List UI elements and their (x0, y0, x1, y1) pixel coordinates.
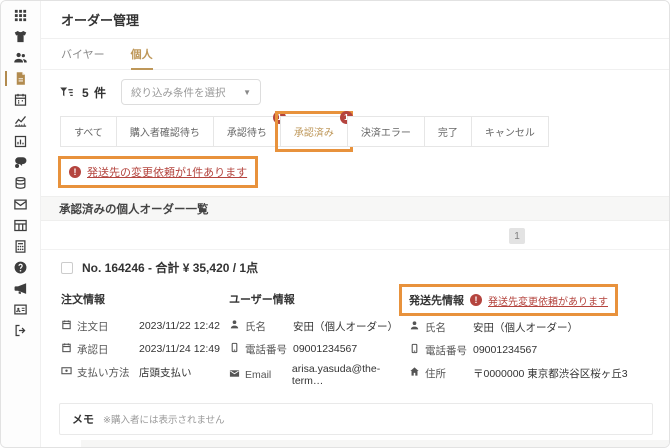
calendar-icon (13, 92, 28, 107)
help-circle-icon (13, 260, 28, 275)
shipping-change-request-link[interactable]: 発送先変更依頼があります (488, 293, 608, 308)
sidebar-item-members[interactable] (1, 47, 41, 68)
section-header-bar: 承認済みの個人オーダー一覧 (41, 196, 669, 221)
shipping-info-title: 発送先情報 (409, 295, 464, 307)
order-number: No. 164246 - 合計 ¥ 35,420 / 1点 (82, 261, 259, 275)
filter-select-placeholder: 絞り込み条件を選択 (131, 86, 226, 99)
trending-chart-icon (13, 113, 28, 128)
memo-box[interactable]: メモ ※購入者には表示されません (59, 403, 653, 435)
megaphone-icon (13, 281, 28, 296)
sidebar-item-chat[interactable] (1, 152, 41, 173)
people-icon (13, 50, 28, 65)
user-info-column: ユーザー情報 氏名 安田（個人オーダー） 電話番号 09001234567 Em… (229, 291, 409, 392)
user-phone-row: 電話番号 09001234567 (229, 340, 409, 358)
shipping-change-alert-link[interactable]: 発送先の変更依頼が1件あります (57, 156, 259, 188)
page-header: オーダー管理 (41, 1, 669, 39)
pagination: 1 (41, 221, 669, 250)
payment-icon (61, 363, 72, 381)
order-info-title: 注文情報 (61, 294, 105, 306)
table-grid-icon (13, 218, 28, 233)
shipping-address-row: 住所 〒0000000 東京都渋谷区桜ヶ丘3 (409, 364, 651, 382)
person-icon (229, 317, 240, 335)
sidebar-item-apps[interactable] (1, 5, 41, 26)
user-info-title: ユーザー情報 (229, 294, 295, 306)
sidebar (1, 1, 41, 447)
status-tab-all[interactable]: すべて (60, 116, 117, 147)
sidebar-item-calculator[interactable] (1, 236, 41, 257)
status-tab-waiting-buyer-confirmation[interactable]: 購入者確認待ち (115, 116, 214, 147)
section-title: 承認済みの個人オーダー一覧 (59, 203, 209, 216)
app-window: オーダー管理 バイヤー 個人 5 件 絞り込み条件を選択 ▼ すべて 購入者確認… (0, 0, 670, 448)
id-card-icon (13, 302, 28, 317)
mail-icon (13, 197, 28, 212)
order-info-columns: 注文情報 注文日 2023/11/22 12:42 承認日 2023/11/24… (41, 276, 669, 392)
filter-row: 5 件 絞り込み条件を選択 ▼ (41, 70, 669, 114)
approval-date-row: 承認日 2023/11/24 12:49 (61, 340, 229, 358)
shipping-info-column: 発送先情報 発送先変更依頼があります 氏名 安田（個人オーダー） 電話番号 09… (399, 284, 651, 392)
page-title: オーダー管理 (61, 13, 140, 28)
status-tabs: すべて 購入者確認待ち 承認待ち1 承認済み1 決済エラー 完了 キャンセル (41, 111, 669, 152)
sidebar-item-apparel[interactable] (1, 26, 41, 47)
shipping-info-header: 発送先情報 発送先変更依頼があります (399, 284, 618, 316)
alert-row: 発送先の変更依頼が1件あります (57, 156, 669, 188)
calendar-icon (61, 340, 72, 358)
calendar-icon (61, 317, 72, 335)
sidebar-item-orders[interactable] (1, 68, 41, 89)
sidebar-item-mail[interactable] (1, 194, 41, 215)
filter-count: 5 件 (82, 85, 108, 100)
person-icon (409, 318, 420, 336)
shipping-name-row: 氏名 安田（個人オーダー） (409, 318, 651, 336)
order-checkbox[interactable] (61, 261, 73, 274)
tab-buyer[interactable]: バイヤー (61, 39, 105, 70)
tab-individual[interactable]: 個人 (130, 39, 153, 70)
chat-bubbles-icon (13, 155, 28, 170)
user-name-row: 氏名 安田（個人オーダー） (229, 317, 409, 335)
sidebar-item-report[interactable] (1, 131, 41, 152)
order-type-tabs: バイヤー 個人 (41, 39, 669, 70)
memo-note: ※購入者には表示されません (103, 415, 225, 426)
sidebar-item-announcement[interactable] (1, 278, 41, 299)
database-icon (13, 176, 28, 191)
pagination-page-1[interactable]: 1 (509, 228, 525, 244)
mail-icon (229, 366, 240, 384)
logout-icon (13, 323, 28, 338)
sidebar-item-id-card[interactable] (1, 299, 41, 320)
sidebar-item-help[interactable] (1, 257, 41, 278)
order-info-column: 注文情報 注文日 2023/11/22 12:42 承認日 2023/11/24… (61, 291, 229, 392)
main-content: オーダー管理 バイヤー 個人 5 件 絞り込み条件を選択 ▼ すべて 購入者確認… (41, 1, 669, 447)
sidebar-item-logout[interactable] (1, 320, 41, 341)
filter-icon (59, 85, 74, 100)
payment-method-row: 支払い方法 店頭支払い (61, 363, 229, 381)
status-tab-payment-error[interactable]: 決済エラー (346, 116, 425, 147)
status-tab-waiting-approval[interactable]: 承認待ち1 (212, 111, 286, 147)
phone-icon (409, 341, 420, 359)
apps-grid-icon (13, 8, 28, 23)
filter-condition-select[interactable]: 絞り込み条件を選択 ▼ (121, 79, 262, 105)
order-date-row: 注文日 2023/11/22 12:42 (61, 317, 229, 335)
bottom-divider-strip (81, 440, 669, 447)
status-tab-approved[interactable]: 承認済み1 (274, 111, 353, 152)
calculator-icon (13, 239, 28, 254)
status-tab-completed[interactable]: 完了 (423, 116, 472, 147)
user-email-row: Email arisa.yasuda@the-term… (229, 363, 409, 387)
sidebar-item-database[interactable] (1, 173, 41, 194)
memo-label: メモ (72, 414, 94, 426)
home-icon (409, 364, 420, 382)
order-card: No. 164246 - 合計 ¥ 35,420 / 1点 注文情報 注文日 2… (41, 250, 669, 447)
sidebar-item-calendar[interactable] (1, 89, 41, 110)
bar-chart-icon (13, 134, 28, 149)
order-head-row: No. 164246 - 合計 ¥ 35,420 / 1点 (41, 250, 669, 276)
error-circle-icon (69, 166, 81, 178)
shipping-phone-row: 電話番号 09001234567 (409, 341, 651, 359)
error-circle-icon (470, 294, 482, 306)
sidebar-item-table[interactable] (1, 215, 41, 236)
alert-text: 発送先の変更依頼が1件あります (87, 167, 248, 179)
tshirt-icon (13, 29, 28, 44)
order-document-icon (13, 71, 28, 86)
chevron-down-icon: ▼ (243, 87, 252, 97)
phone-icon (229, 340, 240, 358)
status-tab-cancelled[interactable]: キャンセル (470, 116, 549, 147)
sidebar-item-analytics[interactable] (1, 110, 41, 131)
